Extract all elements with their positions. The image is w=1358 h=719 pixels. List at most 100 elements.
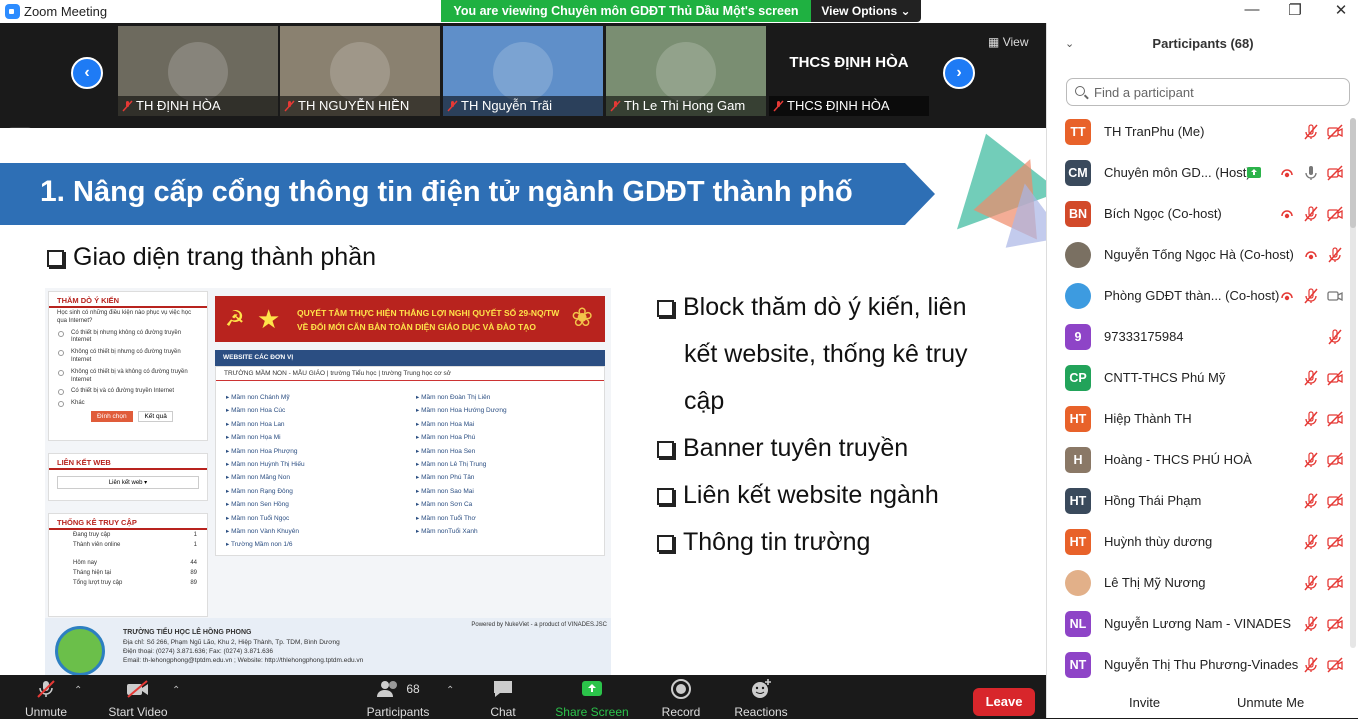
video-off-icon <box>127 680 148 698</box>
stat-label: Tổng lượt truy cập <box>73 580 123 586</box>
video-off-icon <box>1327 534 1343 550</box>
unit-link: ▸ Mầm non Măng Non <box>226 474 290 482</box>
chevron-up-icon[interactable]: ⌃ <box>74 685 82 696</box>
view-options-button[interactable]: View Options ⌄ <box>811 0 921 22</box>
mic-on-icon <box>1305 166 1317 180</box>
checkbox-bullet-icon <box>657 488 674 505</box>
participant-row[interactable]: NL Nguyễn Lương Nam - VINADES <box>1047 603 1347 644</box>
poll-option: Không có thiết bị nhưng có đường truyền … <box>49 347 207 367</box>
participant-row[interactable]: H Hoàng - THCS PHÚ HOÀ <box>1047 439 1347 480</box>
participant-avatar <box>1065 570 1091 596</box>
search-icon <box>1075 86 1085 96</box>
chat-button[interactable]: Chat <box>478 675 528 719</box>
chevron-up-icon[interactable]: ⌃ <box>446 685 454 696</box>
participant-name: CNTT-THCS Phú Mỹ <box>1104 370 1226 385</box>
stats-title: THỐNG KÊ TRUY CẬP <box>49 514 207 530</box>
participant-avatar: HT <box>1065 488 1091 514</box>
start-video-button[interactable]: Start Video <box>104 675 172 719</box>
unmute-button[interactable]: Unmute <box>20 675 72 719</box>
participant-name: Hoàng - THCS PHÚ HOÀ <box>1104 452 1252 467</box>
mic-muted-icon <box>1304 288 1318 304</box>
participant-row[interactable]: NT Nguyễn Thị Thu Phương-Vinades <box>1047 644 1347 685</box>
video-thumb[interactable]: Th Le Thi Hong Gam <box>606 26 766 116</box>
radio-icon <box>58 350 64 357</box>
participant-name: Chuyên môn GD... (Host) <box>1104 165 1251 180</box>
bullet-text: cập <box>684 387 725 415</box>
meeting-stage: ‹ TH ĐỊNH HÒA TH NGUYỄN HIỀN TH Nguyễn T… <box>0 23 1046 675</box>
video-off-icon <box>1327 165 1343 181</box>
unmute-me-button[interactable]: Unmute Me <box>1223 690 1319 715</box>
links-title: LIÊN KẾT WEB <box>49 454 207 470</box>
stat-label: Thành viên online <box>73 542 121 548</box>
participant-row[interactable]: BN Bích Ngọc (Co-host) <box>1047 193 1347 234</box>
participant-row[interactable]: 9 97333175984 <box>1047 316 1347 357</box>
next-page-button[interactable]: › <box>943 57 975 89</box>
unit-link: ▸ Mầm non Vành Khuyên <box>226 528 300 536</box>
thumb-label: THCS ĐỊNH HÒA <box>789 54 909 71</box>
search-input[interactable]: Find a participant <box>1066 78 1350 106</box>
participant-row[interactable]: Phòng GDĐT thàn... (Co-host) <box>1047 275 1347 316</box>
video-off-icon <box>1327 616 1343 632</box>
view-button[interactable]: ▦ View <box>988 35 1028 49</box>
video-thumb[interactable]: TH NGUYỄN HIỀN <box>280 26 440 116</box>
stats-rows: Đang truy cập 1 Thành viên online 1 Hôm nay 4… <box>49 530 207 588</box>
invite-button[interactable]: Invite <box>1115 690 1175 715</box>
slide-number: 1. <box>40 175 66 208</box>
bullet-4: Thông tin trường <box>657 528 870 557</box>
participant-name: Hiệp Thành TH <box>1104 411 1192 426</box>
slide-subtitle: Giao diện trang thành phần <box>47 243 376 272</box>
record-button[interactable]: Record <box>656 675 706 719</box>
mic-muted-icon <box>1304 206 1318 222</box>
share-screen-label: Share Screen <box>555 705 629 719</box>
scrollbar-thumb[interactable] <box>1350 118 1356 228</box>
checkbox-bullet-icon <box>47 250 64 267</box>
participant-row[interactable]: HT Hồng Thái Phạm <box>1047 480 1347 521</box>
close-icon[interactable]: ✕ <box>1331 1 1351 19</box>
participant-row[interactable]: Lê Thị Mỹ Nương <box>1047 562 1347 603</box>
units-tabs: TRƯỜNG MẦM NON - MẪU GIÁO | trường Tiểu … <box>216 367 604 381</box>
stat-value: 44 <box>190 560 197 566</box>
bullet-text: Banner tuyên truyền <box>683 434 909 462</box>
restore-icon[interactable]: ❐ <box>1285 1 1305 19</box>
video-thumb[interactable]: THCS ĐỊNH HÒA THCS ĐỊNH HÒA <box>769 26 929 116</box>
participant-row[interactable]: CP CNTT-THCS Phú Mỹ <box>1047 357 1347 398</box>
participants-button[interactable]: 68 Participants <box>362 675 434 719</box>
video-thumb[interactable]: TH ĐỊNH HÒA <box>118 26 278 116</box>
scrollbar[interactable] <box>1350 118 1356 648</box>
video-thumb[interactable]: TH Nguyễn Trãi <box>443 26 603 116</box>
radio-icon <box>58 330 64 337</box>
school-address: Địa chỉ: Số 266, Phạm Ngũ Lão, Khu 2, Hi… <box>123 638 340 646</box>
stat-label: Hôm nay <box>73 560 98 566</box>
share-screen-button[interactable]: Share Screen <box>552 675 632 719</box>
participant-name: Nguyễn Thị Thu Phương-Vinades <box>1104 657 1299 672</box>
participants-count: 68 <box>406 682 420 696</box>
leave-button[interactable]: Leave <box>973 688 1035 716</box>
reactions-button[interactable]: Reactions <box>730 675 792 719</box>
video-off-icon <box>1327 575 1343 591</box>
radio-icon <box>58 389 64 396</box>
participant-row[interactable]: HT Huỳnh thùy dương <box>1047 521 1347 562</box>
participant-avatar: 9 <box>1065 324 1091 350</box>
recording-icon <box>1281 210 1293 219</box>
participant-row[interactable]: TT TH TranPhu (Me) <box>1047 111 1347 152</box>
stat-value: 89 <box>190 580 197 586</box>
hammer-sickle-icon: ☭ <box>225 306 245 331</box>
video-placeholder <box>493 42 553 102</box>
stat-value: 1 <box>193 542 197 548</box>
participant-name: 97333175984 <box>1104 329 1184 344</box>
recording-icon <box>1281 292 1293 301</box>
prev-page-button[interactable]: ‹ <box>71 57 103 89</box>
chevron-up-icon[interactable]: ⌃ <box>172 685 180 696</box>
meeting-toolbar: Unmute ⌃ Start Video ⌃ 68 Participants ⌃… <box>0 675 1046 719</box>
chat-label: Chat <box>490 705 516 719</box>
participant-row[interactable]: CM Chuyên môn GD... (Host) <box>1047 152 1347 193</box>
poll-title: THĂM DÒ Ý KIẾN <box>49 292 207 308</box>
bullet-3: Liên kết website ngành <box>657 481 939 510</box>
links-block: LIÊN KẾT WEB Liên kết web ▾ <box>48 453 208 501</box>
minimize-icon[interactable]: — <box>1242 1 1262 18</box>
participant-row[interactable]: HT Hiệp Thành TH <box>1047 398 1347 439</box>
participant-row[interactable]: Nguyễn Tống Ngọc Hà (Co-host) <box>1047 234 1347 275</box>
participant-avatar: BN <box>1065 201 1091 227</box>
links-select: Liên kết web ▾ <box>57 476 199 489</box>
poll-option-text: Không có thiết bị và không có đường truy… <box>71 368 188 383</box>
